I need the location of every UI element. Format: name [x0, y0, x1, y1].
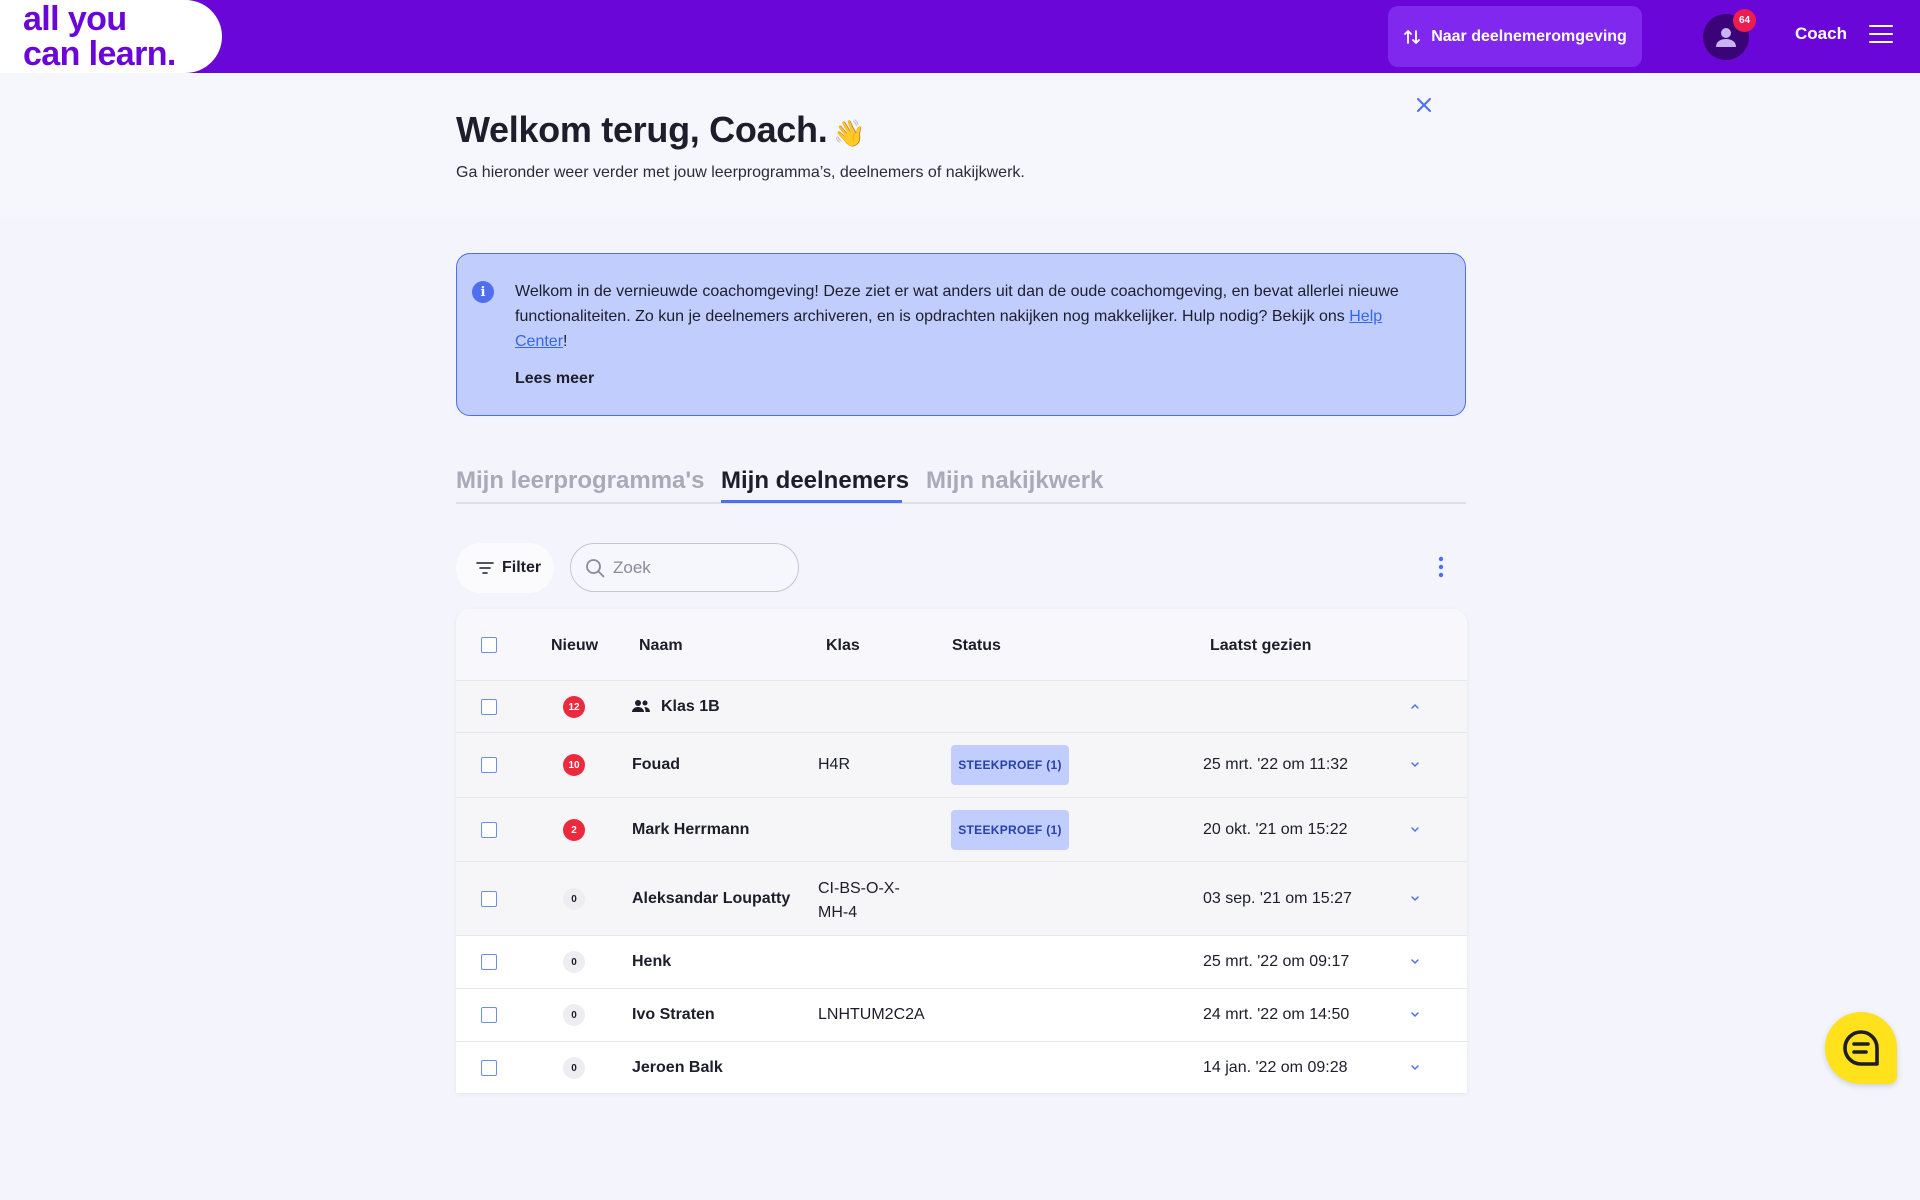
top-bar: all you can learn. Naar deelnemeromgevin…: [0, 0, 1920, 73]
filter-icon: [476, 562, 494, 574]
user-icon: [1716, 28, 1736, 47]
table-row[interactable]: 10 Fouad H4R STEEKPROEF (1) 25 mrt. '22 …: [456, 733, 1467, 798]
participant-class-line-2: MH-4: [818, 904, 858, 921]
tab-nakijkwerk[interactable]: Mijn nakijkwerk: [926, 467, 1103, 495]
table-row[interactable]: 0 Ivo Straten LNHTUM2C2A 24 mrt. '22 om …: [456, 989, 1467, 1042]
search-field[interactable]: [570, 543, 799, 592]
table-row[interactable]: 0 Aleksandar Loupatty CI-BS-O-X- MH-4 03…: [456, 862, 1467, 936]
chevron-down-icon[interactable]: [1409, 895, 1421, 903]
column-header-new[interactable]: Nieuw: [551, 637, 598, 655]
participant-class: CI-BS-O-X- MH-4: [818, 877, 900, 925]
chevron-down-icon[interactable]: [1409, 958, 1421, 966]
new-count-badge: 0: [563, 951, 585, 973]
switch-environment-label: Naar deelnemeromgeving: [1431, 27, 1627, 45]
participant-name[interactable]: Jeroen Balk: [632, 1059, 723, 1077]
table-header: Nieuw Naam Klas Status Laatst gezien: [456, 609, 1467, 681]
row-checkbox[interactable]: [481, 757, 497, 773]
filter-button[interactable]: Filter: [456, 543, 554, 593]
row-checkbox[interactable]: [481, 1007, 497, 1023]
new-count-badge: 10: [563, 754, 585, 776]
participant-name[interactable]: Henk: [632, 953, 671, 971]
last-seen: 25 mrt. '22 om 09:17: [1203, 953, 1350, 970]
chevron-down-icon[interactable]: [1409, 826, 1421, 834]
filter-label: Filter: [502, 559, 542, 576]
participant-class-line-1: CI-BS-O-X-: [818, 880, 900, 897]
chevron-up-icon[interactable]: [1409, 702, 1421, 710]
select-all-checkbox[interactable]: [481, 637, 497, 653]
new-count-badge: 0: [563, 1004, 585, 1026]
more-options-icon[interactable]: [1436, 556, 1446, 578]
chevron-down-icon[interactable]: [1409, 1064, 1421, 1072]
search-input[interactable]: [613, 557, 773, 578]
table-row[interactable]: 0 Henk 25 mrt. '22 om 09:17: [456, 936, 1467, 989]
switch-environment-button[interactable]: Naar deelnemeromgeving: [1388, 6, 1642, 67]
chat-icon: [1843, 1030, 1879, 1066]
last-seen: 03 sep. '21 om 15:27: [1203, 890, 1352, 907]
group-name: Klas 1B: [661, 698, 720, 715]
column-header-name[interactable]: Naam: [639, 637, 683, 655]
search-icon: [586, 558, 605, 577]
participant-class: H4R: [818, 756, 851, 773]
info-text-main: Welkom in de vernieuwde coachomgeving! D…: [515, 283, 1399, 325]
new-count-badge: 0: [563, 1057, 585, 1079]
info-banner: i Welkom in de vernieuwde coachomgeving!…: [456, 253, 1466, 416]
last-seen: 20 okt. '21 om 15:22: [1203, 821, 1348, 838]
row-checkbox[interactable]: [481, 822, 497, 838]
participant-name[interactable]: Mark Herrmann: [632, 821, 749, 839]
tab-deelnemers[interactable]: Mijn deelnemers: [721, 467, 909, 495]
wave-emoji: 👋: [833, 118, 866, 148]
row-checkbox[interactable]: [481, 1060, 497, 1076]
group-checkbox[interactable]: [481, 699, 497, 715]
user-name[interactable]: Coach: [1795, 24, 1847, 44]
active-tab-indicator: [721, 500, 902, 503]
participant-class: LNHTUM2C2A: [818, 1006, 925, 1023]
group-icon: [632, 700, 650, 712]
info-text-end: !: [563, 333, 568, 350]
last-seen: 25 mrt. '22 om 11:32: [1203, 756, 1349, 773]
welcome-title: Welkom terug, Coach.: [456, 109, 828, 150]
participant-name[interactable]: Ivo Straten: [632, 1006, 715, 1024]
table-row[interactable]: 0 Jeroen Balk 14 jan. '22 om 09:28: [456, 1042, 1467, 1093]
group-row[interactable]: 12 Klas 1B: [456, 681, 1467, 733]
last-seen: 24 mrt. '22 om 14:50: [1203, 1006, 1350, 1023]
logo-line-2: can learn.: [23, 35, 176, 73]
row-checkbox[interactable]: [481, 891, 497, 907]
info-banner-text: Welkom in de vernieuwde coachomgeving! D…: [515, 279, 1435, 354]
chevron-down-icon[interactable]: [1409, 761, 1421, 769]
hamburger-menu-icon[interactable]: [1869, 24, 1893, 44]
info-icon: i: [472, 281, 494, 303]
column-header-last-seen[interactable]: Laatst gezien: [1210, 637, 1311, 655]
chevron-down-icon[interactable]: [1409, 1011, 1421, 1019]
new-count-badge: 2: [563, 819, 585, 841]
tab-leerprogrammas[interactable]: Mijn leerprogramma's: [456, 467, 704, 495]
logo[interactable]: all you can learn.: [0, 0, 222, 73]
column-header-status[interactable]: Status: [952, 637, 1001, 655]
participants-table: Nieuw Naam Klas Status Laatst gezien 12 …: [456, 609, 1467, 1093]
participant-name[interactable]: Aleksandar Loupatty: [632, 890, 790, 908]
table-row[interactable]: 2 Mark Herrmann STEEKPROEF (1) 20 okt. '…: [456, 798, 1467, 862]
column-header-class[interactable]: Klas: [826, 637, 860, 655]
last-seen: 14 jan. '22 om 09:28: [1203, 1059, 1348, 1076]
close-icon[interactable]: [1413, 94, 1435, 116]
status-badge[interactable]: STEEKPROEF (1): [951, 745, 1069, 785]
chat-button[interactable]: [1825, 1012, 1897, 1084]
logo-line-1: all you: [23, 0, 127, 38]
welcome-section: Welkom terug, Coach. 👋 Ga hieronder weer …: [0, 73, 1920, 218]
page-title: Welkom terug, Coach. 👋: [456, 109, 866, 151]
welcome-subtitle: Ga hieronder weer verder met jouw leerpr…: [456, 164, 1025, 181]
read-more-button[interactable]: Lees meer: [515, 370, 594, 388]
new-count-badge: 0: [563, 888, 585, 910]
new-count-badge: 12: [563, 696, 585, 718]
participant-name[interactable]: Fouad: [632, 756, 680, 774]
status-badge[interactable]: STEEKPROEF (1): [951, 810, 1069, 850]
tab-bar: Mijn leerprogramma's Mijn deelnemers Mij…: [456, 460, 1466, 504]
switch-arrows-icon: [1404, 29, 1421, 44]
notification-badge: 64: [1733, 9, 1756, 32]
row-checkbox[interactable]: [481, 954, 497, 970]
